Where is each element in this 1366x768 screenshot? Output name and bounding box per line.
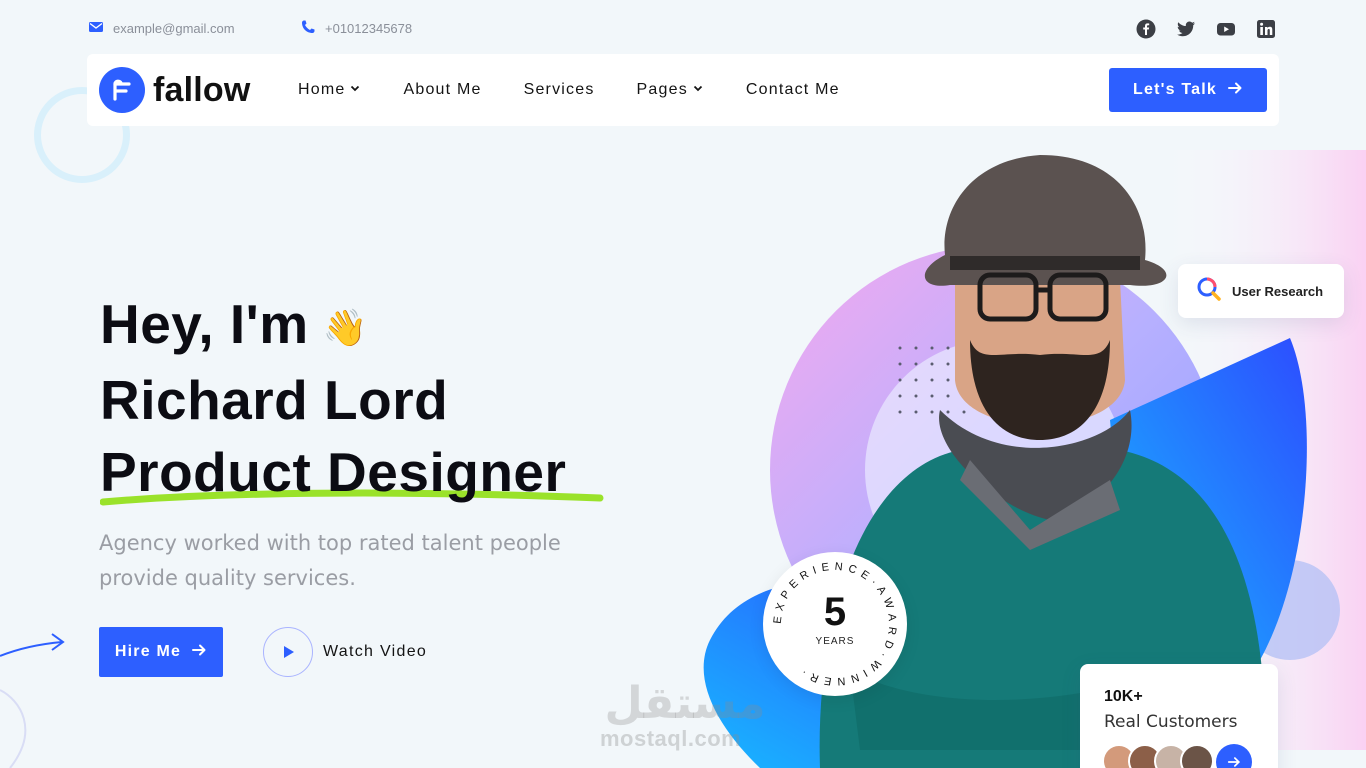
hero-name: Richard Lord [100, 369, 449, 432]
nav-item-home[interactable]: Home [298, 81, 361, 99]
role-text: Product Designer [100, 441, 567, 504]
hero-subtitle: Agency worked with top rated talent peop… [99, 531, 561, 590]
watermark-arabic: مستقل [605, 678, 766, 729]
curved-arrow-decoration [0, 633, 65, 768]
chevron-down-icon [349, 81, 361, 99]
phone-contact[interactable]: +01012345678 [300, 19, 412, 38]
arrow-right-icon [191, 642, 207, 663]
hire-me-button[interactable]: Hire Me [99, 627, 223, 677]
customers-label: Real Customers [1104, 712, 1238, 732]
greeting-text: Hey, I'm [100, 293, 309, 355]
mail-icon [88, 19, 104, 38]
watch-video-button[interactable]: Watch Video [263, 627, 427, 677]
nav-label-about: About Me [403, 81, 482, 98]
facebook-icon[interactable] [1136, 19, 1156, 39]
email-text: example@gmail.com [113, 21, 235, 36]
lets-talk-label: Let's Talk [1133, 81, 1217, 98]
waving-hand-icon: 👋 [322, 307, 368, 349]
watermark-text: mostaql.com [600, 726, 742, 751]
nav-label-pages: Pages [636, 81, 688, 98]
customers-card: 10K+ Real Customers [1080, 664, 1278, 768]
social-links [1136, 19, 1276, 39]
nav-label-services: Services [523, 81, 595, 98]
customers-arrow-button[interactable] [1216, 744, 1252, 768]
nav-label-home: Home [298, 81, 346, 98]
experience-badge: EXPERIENCE·AWARD·WINNER· 5 YEARS [763, 552, 907, 696]
hero-line-3: Product Designer [100, 436, 604, 508]
twitter-icon[interactable] [1176, 19, 1196, 39]
customers-count: 10K+ [1104, 688, 1143, 705]
nav-item-services[interactable]: Services [524, 81, 595, 99]
badge-unit: YEARS [815, 636, 855, 647]
lets-talk-button[interactable]: Let's Talk [1109, 68, 1267, 112]
watch-video-label: Watch Video [323, 643, 428, 660]
nav-item-about[interactable]: About Me [403, 81, 481, 99]
youtube-icon[interactable] [1216, 19, 1236, 39]
primary-nav: Home About Me Services Pages Contact Me [298, 54, 882, 126]
phone-text: +01012345678 [325, 21, 413, 36]
badge-number: 5 [823, 590, 847, 634]
arrow-right-icon [1227, 757, 1241, 767]
role-highlight: Product Designer [100, 436, 604, 508]
play-icon[interactable] [263, 627, 313, 677]
nav-item-pages[interactable]: Pages [637, 81, 704, 99]
arrow-right-icon [1227, 80, 1243, 101]
hire-me-label: Hire Me [114, 643, 182, 660]
top-bar: example@gmail.com +01012345678 [0, 0, 1366, 56]
hero-line-1: Hey, I'm 👋 [100, 288, 566, 364]
avatar [1180, 744, 1214, 768]
nav-item-contact[interactable]: Contact Me [746, 81, 840, 99]
hero-heading: Hey, I'm 👋 Richard Lord Product Designer [100, 288, 604, 508]
magnifier-icon [1196, 276, 1222, 306]
logo-mark-icon [99, 67, 145, 113]
user-research-card: User Research [1178, 264, 1344, 318]
email-contact[interactable]: example@gmail.com [88, 19, 235, 38]
linkedin-icon[interactable] [1256, 19, 1276, 39]
main-navbar: fallow Home About Me Services Pages Cont… [87, 54, 1279, 126]
nav-label-contact: Contact Me [745, 81, 840, 98]
brand-logo[interactable]: fallow [99, 67, 251, 113]
chevron-down-icon [692, 81, 704, 99]
customer-avatars [1102, 744, 1214, 768]
brand-name: fallow [153, 70, 251, 109]
phone-icon [300, 19, 316, 38]
user-research-label: User Research [1232, 283, 1324, 299]
